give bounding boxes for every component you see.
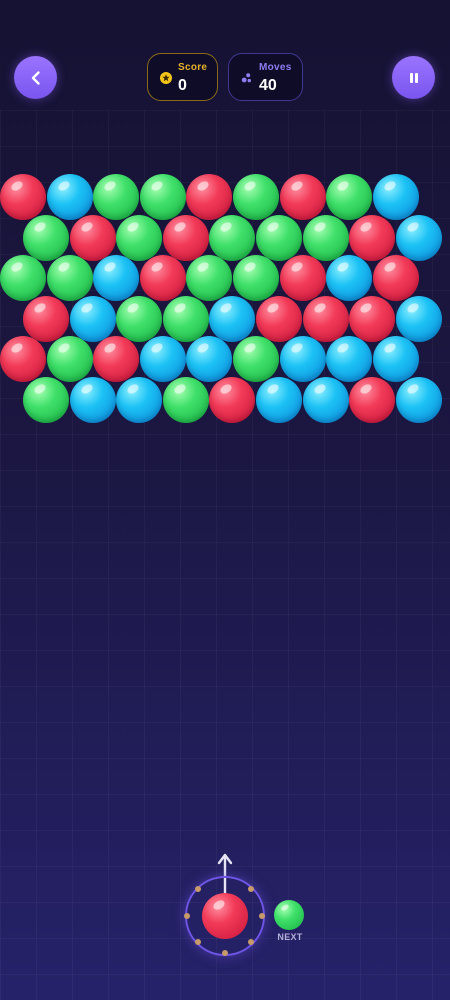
bubble-blue	[256, 377, 302, 423]
ring-dot	[248, 885, 255, 892]
moves-value: 40	[259, 77, 277, 94]
bubble-green	[209, 214, 256, 261]
bubble-blue	[209, 295, 256, 342]
bubble-red	[279, 174, 326, 220]
bubble-green	[139, 174, 186, 220]
bubble-red	[0, 174, 46, 220]
bubble-green	[162, 377, 209, 423]
chevron-left-icon	[31, 70, 40, 85]
bubble-red	[23, 295, 69, 342]
current-bubble[interactable]	[202, 893, 248, 939]
back-button[interactable]	[14, 56, 57, 99]
bubble-green	[233, 255, 279, 302]
bubble-blue	[302, 377, 349, 423]
star-coin-icon	[160, 72, 172, 84]
ring-dot	[248, 939, 255, 946]
bubble-green	[23, 214, 69, 261]
bubble-green	[326, 174, 373, 220]
bubble-red	[302, 295, 349, 342]
bubble-red	[349, 295, 396, 342]
ring-dot	[194, 939, 201, 946]
bubble-blue	[395, 377, 442, 423]
bubble-blue	[395, 295, 442, 342]
score-panel: Score 0	[147, 53, 218, 101]
ring-dot	[184, 912, 190, 919]
ring-dot	[194, 885, 201, 892]
ring-dot	[221, 950, 228, 956]
bubble-red	[139, 255, 186, 302]
bubble-blue	[279, 336, 326, 383]
bubble-green	[46, 255, 93, 302]
bubble-red	[279, 255, 326, 302]
bubble-blue	[69, 295, 116, 342]
moves-label: Moves	[259, 62, 292, 73]
bubble-green	[46, 336, 93, 383]
next-label: NEXT	[277, 932, 303, 942]
bubble-green	[256, 214, 302, 261]
bubble-blue	[116, 377, 163, 423]
bubble-blue	[372, 336, 419, 383]
bubble-red	[349, 377, 396, 423]
bubble-green	[93, 174, 140, 220]
bubble-blue	[395, 214, 442, 261]
bubble-red	[69, 214, 116, 261]
bubble-green	[116, 214, 163, 261]
next-bubble[interactable]	[274, 900, 304, 930]
bubble-red	[256, 295, 302, 342]
bubble-green	[0, 255, 46, 302]
ring-dot	[259, 912, 265, 919]
bubble-blue	[372, 174, 419, 220]
score-value: 0	[178, 77, 187, 94]
bubble-green	[302, 214, 349, 261]
pause-icon	[409, 72, 418, 83]
bubble-red	[372, 255, 419, 302]
bubble-red	[349, 214, 396, 261]
bubble-blue	[139, 336, 186, 383]
bubble-red	[162, 214, 209, 261]
bubble-blue	[46, 174, 93, 220]
bubble-green	[233, 174, 279, 220]
moves-panel: Moves 40	[228, 53, 303, 101]
bubbles-icon	[241, 73, 251, 83]
bubble-blue	[69, 377, 116, 423]
bubble-green	[116, 295, 163, 342]
bubble-green	[23, 377, 69, 423]
score-label: Score	[178, 62, 208, 73]
pause-button[interactable]	[392, 56, 435, 99]
bubble-green	[162, 295, 209, 342]
